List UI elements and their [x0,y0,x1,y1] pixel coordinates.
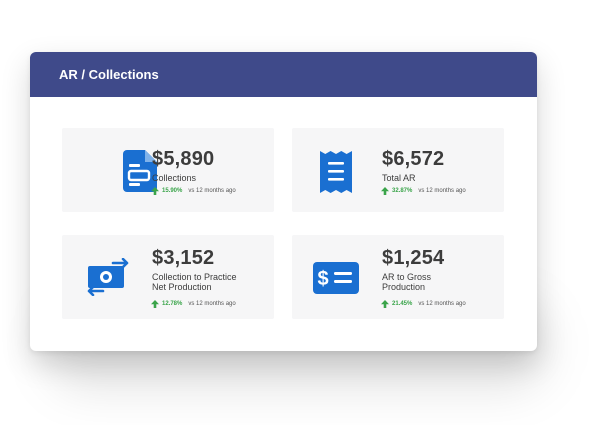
trend-percent: 12.78% [162,301,183,307]
tile-label: Total AR [382,173,492,183]
tile-label-line: Collections [152,173,197,183]
ar-collections-card: AR / Collections $5,890 Collections 15.9… [30,52,537,351]
tile-value: $6,572 [382,148,445,170]
arrow-up-icon [151,187,159,195]
tile-value: $5,890 [152,148,215,170]
tile-trend: 15.90% vs 12 months ago [151,187,236,195]
stage: AR / Collections $5,890 Collections 15.9… [0,0,602,425]
trend-compare: vs 12 months ago [188,188,236,194]
tile-total-ar[interactable]: $6,572 Total AR 32.87% vs 12 months ago [292,128,504,212]
tile-label-line: Net Production [152,282,212,292]
tile-label-line: AR to Gross [382,272,432,282]
svg-text:$: $ [317,268,328,290]
tile-label: Collections [152,173,262,183]
trend-compare: vs 12 months ago [188,301,236,307]
trend-percent: 32.87% [392,188,413,194]
tile-trend: 21.45% vs 12 months ago [381,300,466,308]
dollar-list-icon: $ [312,261,360,295]
card-header: AR / Collections [30,52,537,97]
tile-label-line: Collection to Practice [152,272,237,282]
card-title: AR / Collections [59,67,159,82]
arrow-up-icon [381,187,389,195]
tile-ar-to-gross[interactable]: $ $1,254 AR to Gross Production 21.45% v… [292,235,504,319]
money-transfer-icon [84,257,132,297]
tile-label-line: Total AR [382,173,416,183]
tile-label: Collection to Practice Net Production [152,272,262,292]
receipt-icon [318,150,354,194]
arrow-up-icon [381,300,389,308]
tile-trend: 12.78% vs 12 months ago [151,300,236,308]
tile-value: $1,254 [382,247,445,269]
trend-percent: 15.90% [162,188,183,194]
tile-collection-to-practice[interactable]: $3,152 Collection to Practice Net Produc… [62,235,274,319]
trend-percent: 21.45% [392,301,413,307]
tile-trend: 32.87% vs 12 months ago [381,187,466,195]
tile-value: $3,152 [152,247,215,269]
arrow-up-icon [151,300,159,308]
trend-compare: vs 12 months ago [418,301,466,307]
tile-label: AR to Gross Production [382,272,492,292]
tile-collections[interactable]: $5,890 Collections 15.90% vs 12 months a… [62,128,274,212]
tile-label-line: Production [382,282,426,292]
trend-compare: vs 12 months ago [418,188,466,194]
